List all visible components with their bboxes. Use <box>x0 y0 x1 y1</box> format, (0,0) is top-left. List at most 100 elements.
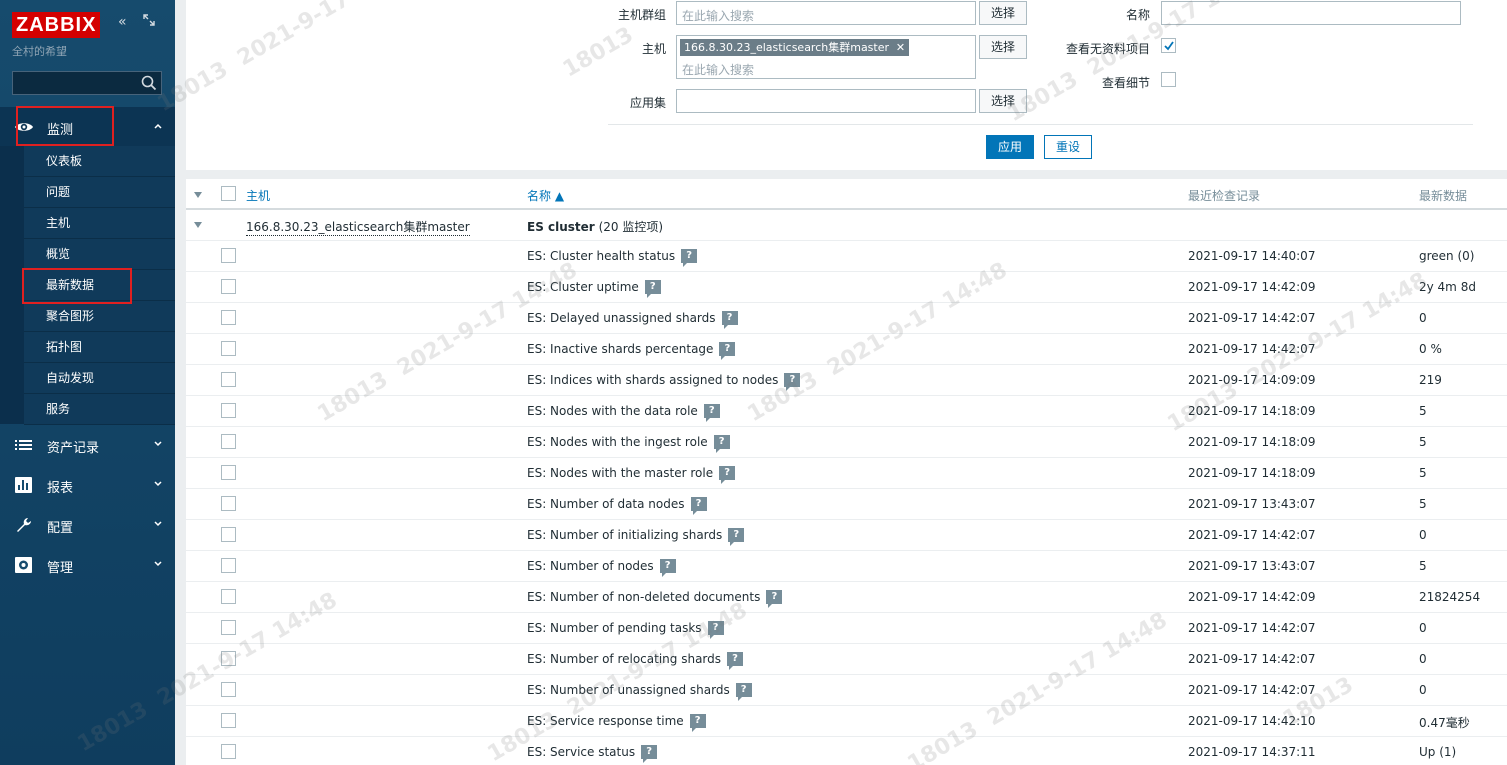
zabbix-logo[interactable]: ZABBIX <box>12 12 101 38</box>
column-host[interactable]: 主机 <box>246 187 270 204</box>
table-row: ES: Nodes with the ingest role? 2021-09-1… <box>186 427 1507 458</box>
row-checkbox[interactable] <box>221 279 236 294</box>
menu-reports[interactable]: 报表 <box>0 465 175 505</box>
item-name-cell: ES: Number of nodes? <box>527 559 676 577</box>
chevron-down-icon <box>154 521 162 527</box>
help-icon[interactable]: ? <box>713 435 730 453</box>
item-name-cell: ES: Inactive shards percentage? <box>527 342 736 360</box>
collapse-sidebar-icon[interactable]: « <box>118 14 127 30</box>
group-host-link[interactable]: 166.8.30.23_elasticsearch集群master <box>246 218 470 236</box>
help-icon[interactable]: ? <box>766 590 783 608</box>
row-checkbox[interactable] <box>221 589 236 604</box>
row-checkbox[interactable] <box>221 651 236 666</box>
column-last-value: 最新数据 <box>1419 189 1468 203</box>
item-last-value: green (0) <box>1419 249 1475 263</box>
gear-icon <box>15 557 32 573</box>
submenu-problems[interactable]: 问题 <box>24 177 175 208</box>
help-icon[interactable]: ? <box>719 466 736 484</box>
host-multiselect[interactable]: 166.8.30.23_elasticsearch集群master ✕ 在此输入搜… <box>676 35 976 79</box>
row-checkbox[interactable] <box>221 558 236 573</box>
collapse-group-icon[interactable] <box>194 222 202 228</box>
help-icon[interactable]: ? <box>719 342 736 360</box>
help-icon[interactable]: ? <box>707 621 724 639</box>
submenu-services[interactable]: 服务 <box>24 394 175 425</box>
collapse-all-icon[interactable] <box>194 192 202 198</box>
help-icon[interactable]: ? <box>690 497 707 515</box>
table-row: ES: Number of unassigned shards? 2021-09-… <box>186 675 1507 706</box>
show-no-data-checkbox[interactable] <box>1161 38 1176 53</box>
select-all-checkbox[interactable] <box>221 186 236 201</box>
help-icon[interactable]: ? <box>735 683 752 701</box>
row-checkbox[interactable] <box>221 372 236 387</box>
application-input[interactable] <box>676 89 976 113</box>
item-name-cell: ES: Number of initializing shards? <box>527 528 745 546</box>
row-checkbox[interactable] <box>221 620 236 635</box>
help-icon[interactable]: ? <box>703 404 720 422</box>
item-name: ES: Service response time <box>527 714 684 728</box>
table-row: ES: Cluster health status? 2021-09-17 14:… <box>186 241 1507 272</box>
row-checkbox[interactable] <box>221 403 236 418</box>
row-checkbox[interactable] <box>221 248 236 263</box>
submenu-screens[interactable]: 聚合图形 <box>24 301 175 332</box>
submenu-overview[interactable]: 概览 <box>24 239 175 270</box>
item-name-cell: ES: Indices with shards assigned to node… <box>527 373 801 391</box>
item-last-value: 5 <box>1419 559 1427 573</box>
item-name-cell: ES: Number of relocating shards? <box>527 652 744 670</box>
reset-button[interactable]: 重设 <box>1044 135 1092 159</box>
help-icon[interactable]: ? <box>721 311 738 329</box>
help-icon[interactable]: ? <box>689 714 706 732</box>
item-name-cell: ES: Service status? <box>527 745 658 763</box>
table-row: ES: Indices with shards assigned to node… <box>186 365 1507 396</box>
row-checkbox[interactable] <box>221 341 236 356</box>
item-name: ES: Cluster health status <box>527 249 676 263</box>
item-last-check: 2021-09-17 14:42:07 <box>1188 683 1316 697</box>
row-checkbox[interactable] <box>221 744 236 759</box>
name-input[interactable] <box>1161 1 1461 25</box>
submenu-dashboard[interactable]: 仪表板 <box>24 146 175 177</box>
row-checkbox[interactable] <box>221 434 236 449</box>
submenu-maps[interactable]: 拓扑图 <box>24 332 175 363</box>
host-group-select-button[interactable]: 选择 <box>979 1 1027 25</box>
menu-inventory[interactable]: 资产记录 <box>0 425 175 465</box>
help-icon[interactable]: ? <box>784 373 801 391</box>
menu-configuration[interactable]: 配置 <box>0 505 175 545</box>
host-select-button[interactable]: 选择 <box>979 35 1027 59</box>
host-group-input[interactable]: 在此输入搜索 <box>676 1 976 25</box>
item-last-check: 2021-09-17 14:42:07 <box>1188 311 1316 325</box>
help-icon[interactable]: ? <box>728 528 745 546</box>
row-checkbox[interactable] <box>221 527 236 542</box>
application-select-button[interactable]: 选择 <box>979 89 1027 113</box>
row-checkbox[interactable] <box>221 465 236 480</box>
name-label: 名称 <box>1125 8 1150 22</box>
kiosk-mode-icon[interactable] <box>143 14 155 30</box>
row-checkbox[interactable] <box>221 713 236 728</box>
table-row: ES: Service status? 2021-09-17 14:37:11 Up… <box>186 737 1507 765</box>
column-name[interactable]: 名称 ▲ <box>527 187 564 204</box>
menu-reports-label: 报表 <box>47 481 74 496</box>
show-details-checkbox[interactable] <box>1161 72 1176 87</box>
submenu-hosts[interactable]: 主机 <box>24 208 175 239</box>
remove-chip-icon[interactable]: ✕ <box>896 39 905 56</box>
row-checkbox[interactable] <box>221 682 236 697</box>
item-name: ES: Number of data nodes <box>527 497 685 511</box>
search-icon[interactable] <box>141 75 157 91</box>
item-name-cell: ES: Cluster health status? <box>527 249 698 267</box>
item-last-value: 0 % <box>1419 342 1442 356</box>
help-icon[interactable]: ? <box>681 249 698 267</box>
menu-administration[interactable]: 管理 <box>0 545 175 585</box>
apply-button[interactable]: 应用 <box>986 135 1034 159</box>
table-row: ES: Number of pending tasks? 2021-09-17 1… <box>186 613 1507 644</box>
item-name-cell: ES: Nodes with the master role? <box>527 466 736 484</box>
row-checkbox[interactable] <box>221 496 236 511</box>
submenu-discovery[interactable]: 自动发现 <box>24 363 175 394</box>
help-icon[interactable]: ? <box>659 559 676 577</box>
row-checkbox[interactable] <box>221 310 236 325</box>
host-chip-label: 166.8.30.23_elasticsearch集群master <box>684 41 890 54</box>
item-name: ES: Indices with shards assigned to node… <box>527 373 779 387</box>
help-icon[interactable]: ? <box>641 745 658 763</box>
sidebar-search-input[interactable] <box>12 71 162 95</box>
item-last-check: 2021-09-17 14:18:09 <box>1188 435 1316 449</box>
help-icon[interactable]: ? <box>727 652 744 670</box>
help-icon[interactable]: ? <box>644 280 661 298</box>
item-last-value: 0 <box>1419 311 1427 325</box>
